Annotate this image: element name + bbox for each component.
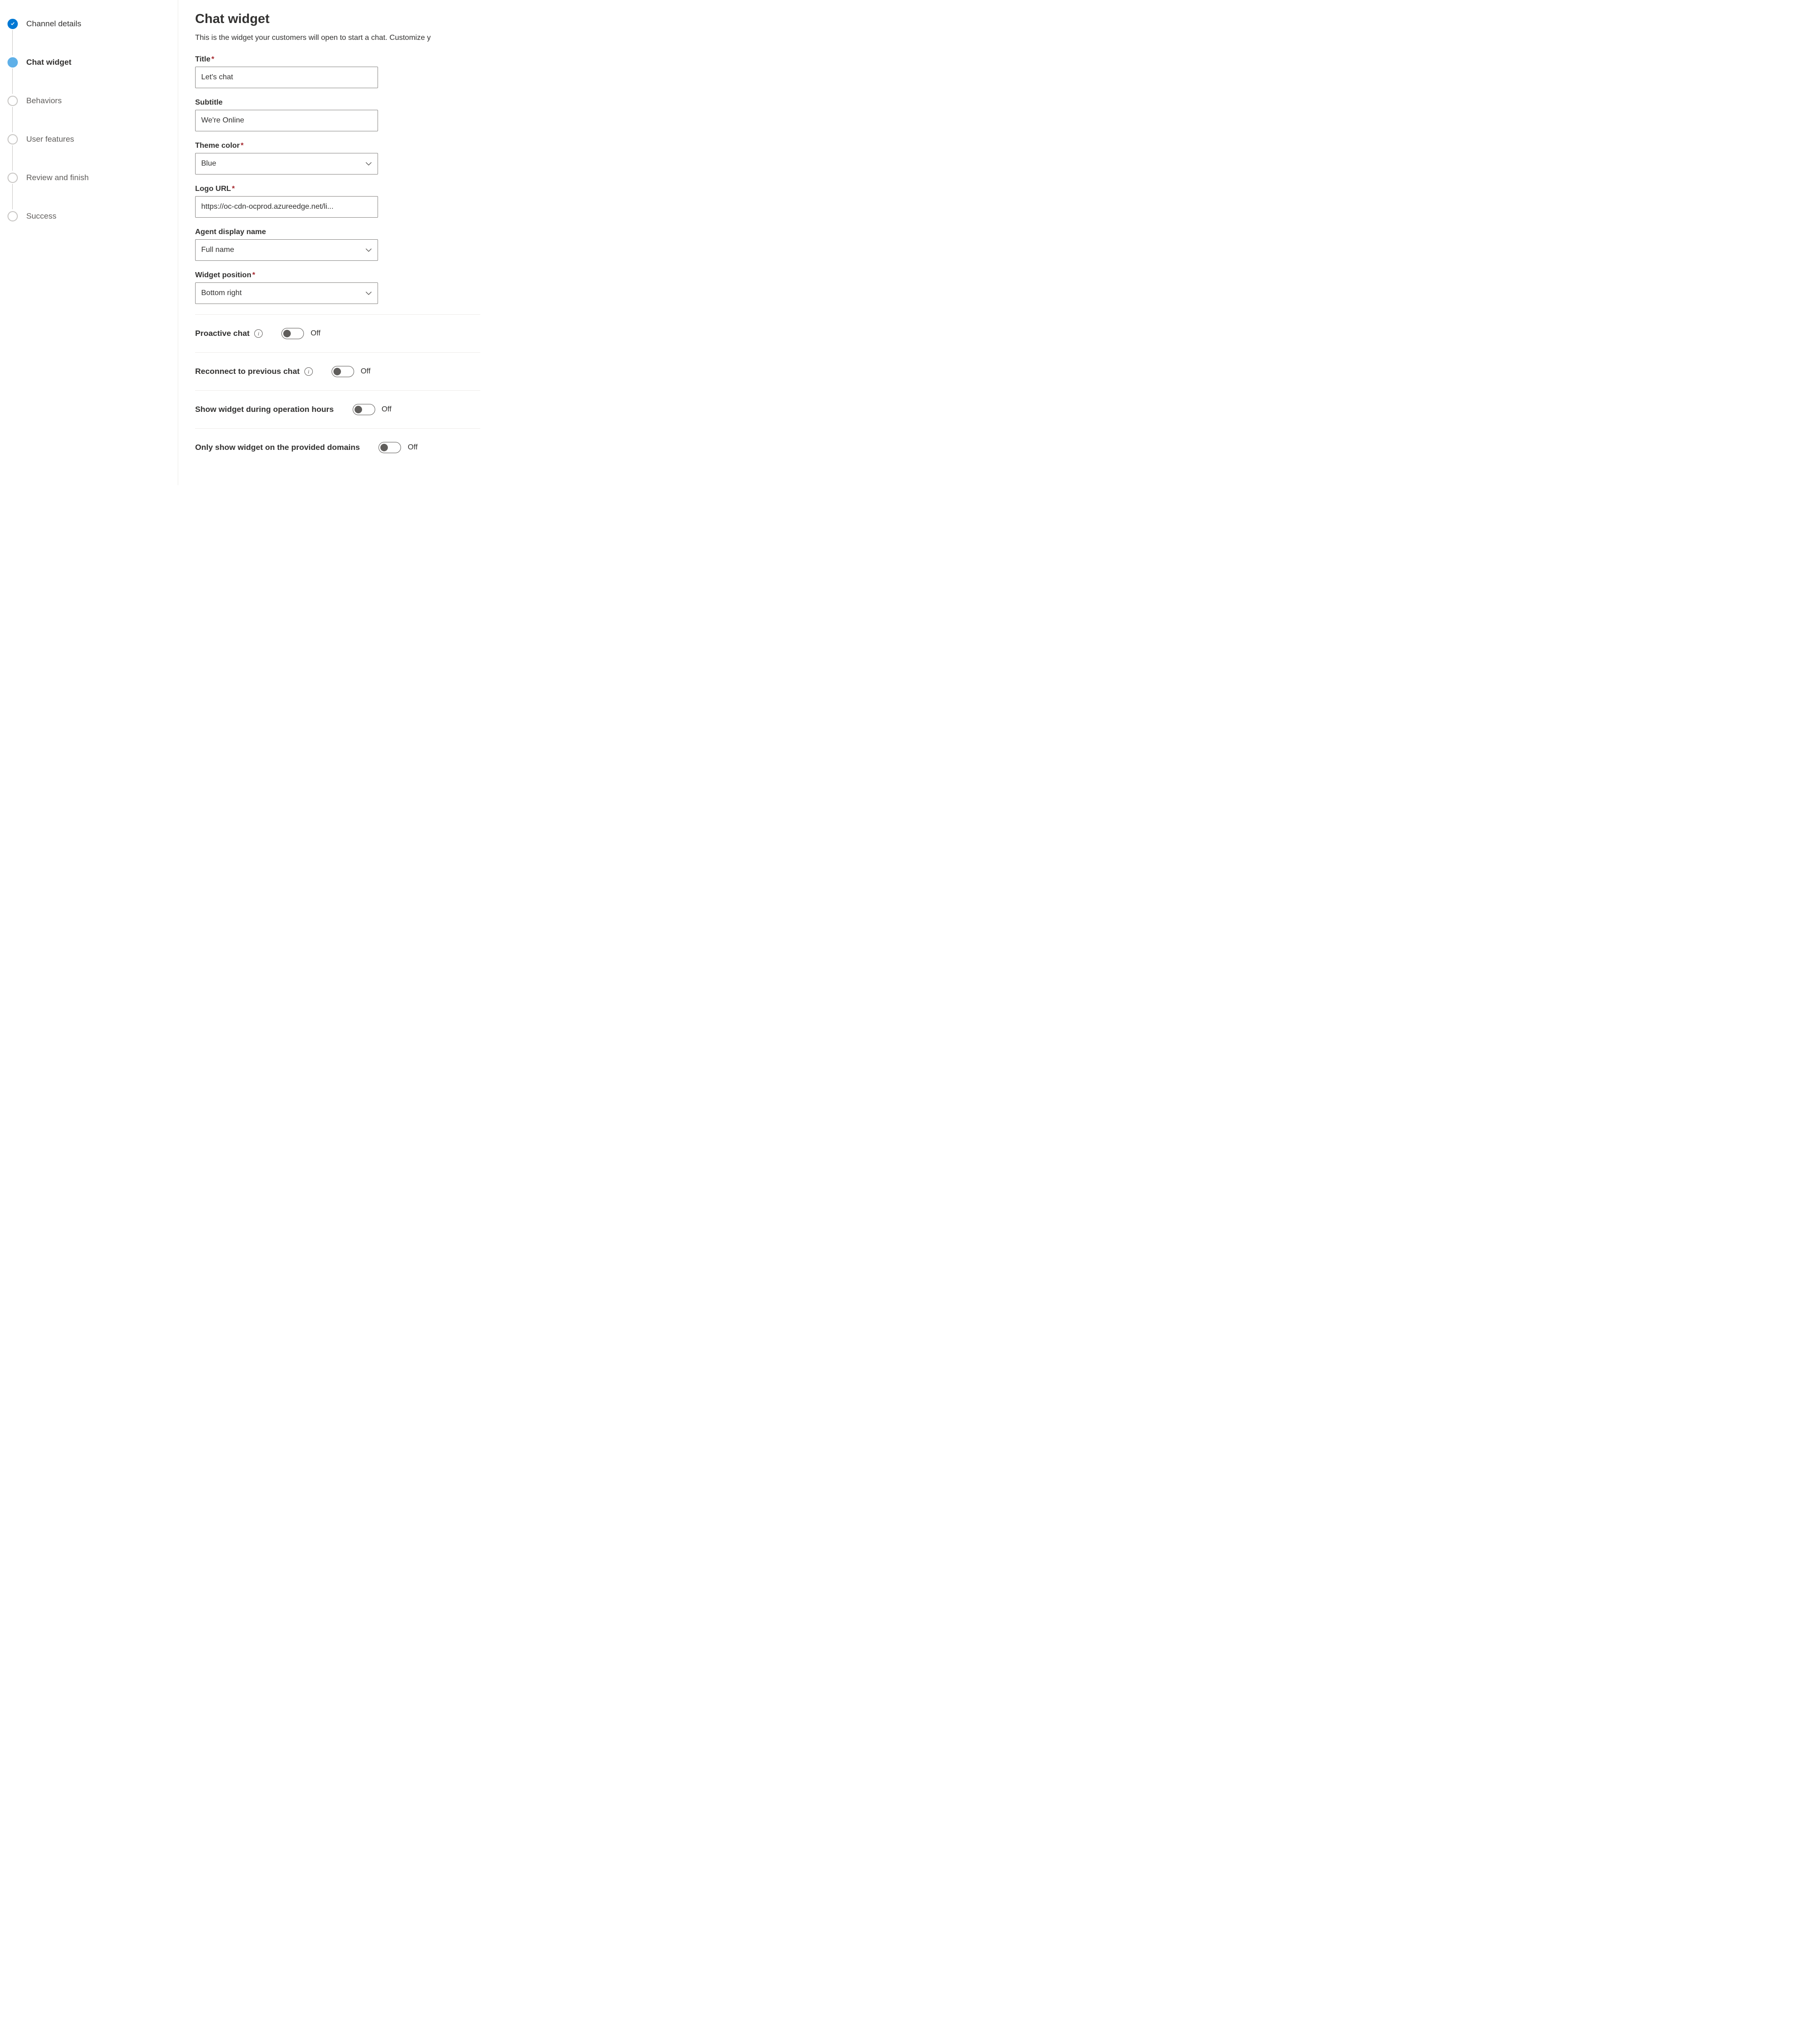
toggle-control-group: Off: [378, 442, 417, 453]
step-behaviors[interactable]: Behaviors: [8, 96, 168, 134]
toggle-label-group: Reconnect to previous chat i: [195, 367, 313, 376]
toggle-row-operation-hours: Show widget during operation hours Off: [195, 391, 480, 429]
title-label-text: Title: [195, 55, 211, 63]
field-title: Title*: [195, 55, 480, 88]
step-success[interactable]: Success: [8, 211, 168, 221]
operation-hours-toggle[interactable]: [353, 404, 375, 415]
step-user-features[interactable]: User features: [8, 134, 168, 173]
logo-url-input[interactable]: [195, 196, 378, 218]
toggle-label-group: Show widget during operation hours: [195, 405, 334, 414]
step-label: Channel details: [26, 19, 81, 29]
title-input[interactable]: [195, 67, 378, 88]
proactive-chat-label: Proactive chat: [195, 329, 250, 338]
theme-color-value: Blue: [201, 160, 216, 168]
page-title: Chat widget: [195, 11, 480, 26]
step-label: User features: [26, 135, 74, 144]
step-label: Success: [26, 212, 56, 221]
pending-step-icon: [8, 134, 18, 144]
toggle-label-group: Only show widget on the provided domains: [195, 443, 360, 452]
widget-position-label: Widget position*: [195, 271, 480, 280]
step-review-finish[interactable]: Review and finish: [8, 173, 168, 211]
info-icon[interactable]: i: [304, 367, 313, 376]
toggle-control-group: Off: [353, 404, 392, 415]
toggle-control-group: Off: [332, 366, 371, 377]
subtitle-label: Subtitle: [195, 99, 480, 107]
proactive-chat-status: Off: [310, 329, 320, 338]
title-label: Title*: [195, 55, 480, 64]
step-list: Channel details Chat widget Behaviors Us…: [8, 19, 168, 221]
step-label: Review and finish: [26, 173, 89, 182]
domains-status: Off: [408, 443, 417, 452]
logo-url-label: Logo URL*: [195, 185, 480, 193]
logo-label-text: Logo URL: [195, 185, 231, 193]
step-label: Behaviors: [26, 96, 62, 106]
step-label: Chat widget: [26, 58, 71, 67]
widget-position-select[interactable]: Bottom right: [195, 282, 378, 304]
field-agent-display-name: Agent display name Full name: [195, 228, 480, 261]
field-widget-position: Widget position* Bottom right: [195, 271, 480, 304]
main-content: Chat widget This is the widget your cust…: [178, 0, 480, 485]
pending-step-icon: [8, 96, 18, 106]
info-icon[interactable]: i: [254, 329, 263, 338]
theme-label-text: Theme color: [195, 142, 240, 150]
pending-step-icon: [8, 211, 18, 221]
proactive-chat-toggle[interactable]: [281, 328, 304, 339]
theme-color-label: Theme color*: [195, 142, 480, 150]
reconnect-status: Off: [361, 367, 371, 376]
toggle-row-proactive-chat: Proactive chat i Off: [195, 315, 480, 353]
agent-display-select[interactable]: Full name: [195, 239, 378, 261]
widget-position-value: Bottom right: [201, 289, 242, 297]
domains-toggle[interactable]: [378, 442, 401, 453]
pending-step-icon: [8, 173, 18, 183]
operation-hours-label: Show widget during operation hours: [195, 405, 334, 414]
agent-display-label: Agent display name: [195, 228, 480, 236]
required-indicator: *: [212, 55, 214, 63]
reconnect-label: Reconnect to previous chat: [195, 367, 300, 376]
field-logo-url: Logo URL*: [195, 185, 480, 218]
position-label-text: Widget position: [195, 271, 251, 279]
toggle-control-group: Off: [281, 328, 320, 339]
check-circle-icon: [8, 19, 18, 29]
domains-label: Only show widget on the provided domains: [195, 443, 360, 452]
chevron-down-icon: [365, 247, 372, 253]
required-indicator: *: [252, 271, 255, 279]
field-subtitle: Subtitle: [195, 99, 480, 131]
page-subtitle: This is the widget your customers will o…: [195, 34, 480, 42]
operation-hours-status: Off: [382, 405, 392, 414]
toggle-row-domains: Only show widget on the provided domains…: [195, 429, 480, 466]
wizard-stepper: Channel details Chat widget Behaviors Us…: [0, 0, 178, 485]
subtitle-input[interactable]: [195, 110, 378, 131]
step-chat-widget[interactable]: Chat widget: [8, 57, 168, 96]
theme-color-select[interactable]: Blue: [195, 153, 378, 175]
required-indicator: *: [232, 185, 235, 193]
toggle-row-reconnect: Reconnect to previous chat i Off: [195, 353, 480, 391]
reconnect-toggle[interactable]: [332, 366, 354, 377]
required-indicator: *: [241, 142, 243, 150]
current-step-icon: [8, 57, 18, 68]
toggle-label-group: Proactive chat i: [195, 329, 263, 338]
field-theme-color: Theme color* Blue: [195, 142, 480, 175]
chevron-down-icon: [365, 290, 372, 296]
step-channel-details[interactable]: Channel details: [8, 19, 168, 57]
agent-display-value: Full name: [201, 246, 234, 254]
chevron-down-icon: [365, 160, 372, 167]
